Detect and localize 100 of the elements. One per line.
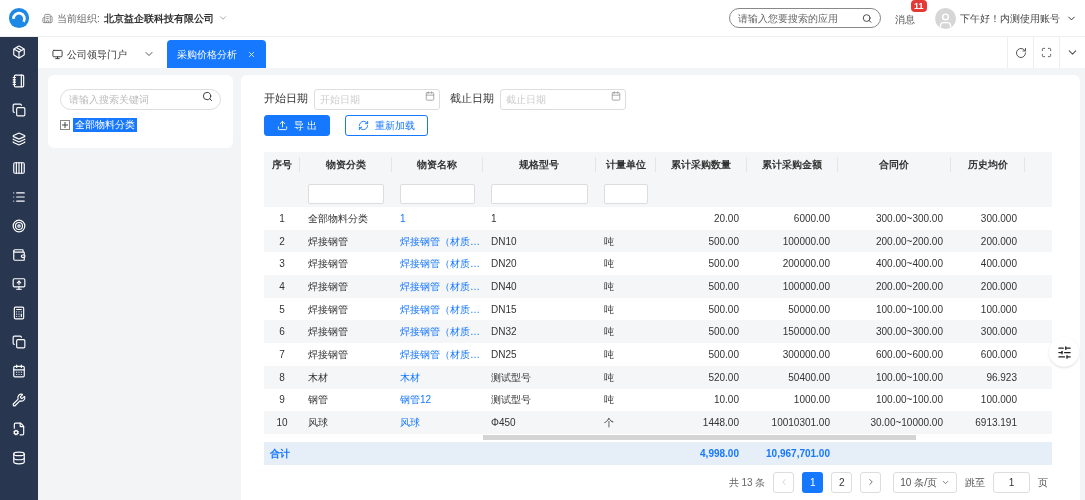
menu-icon[interactable]: [12, 45, 26, 59]
close-icon[interactable]: [247, 49, 256, 59]
menu-icon[interactable]: [12, 422, 26, 436]
total-cell-text: 10,967,701.00: [765, 446, 831, 461]
table-cell-text: 100.000: [979, 393, 1018, 408]
column-header: 序号: [264, 156, 300, 172]
page-size-select[interactable]: 10 条/页: [893, 471, 957, 493]
monitor-icon: [52, 48, 63, 60]
table-cell-text: 全部物料分类: [307, 211, 369, 226]
table-cell-text: DN40: [490, 279, 518, 294]
refresh-icon[interactable]: [1014, 46, 1027, 59]
item-link[interactable]: 焊接钢管（材质…: [392, 233, 483, 249]
item-link[interactable]: 风球: [392, 415, 483, 431]
table-cell-text: 300000.00: [781, 347, 831, 362]
menu-icon[interactable]: [12, 306, 26, 320]
column-header: 物资分类: [300, 156, 392, 172]
table-cell-text: DN32: [490, 325, 518, 340]
menu-icon[interactable]: [12, 393, 26, 407]
table-cell-text: 5: [278, 302, 286, 317]
column-header: 累计采购数量: [656, 156, 747, 172]
tree-node[interactable]: 全部物料分类: [73, 118, 137, 132]
table-cell-text: 200000.00: [781, 257, 831, 272]
table-cell-text: 200.00~200.00: [875, 279, 944, 294]
table-cell-text: 500.00: [707, 234, 740, 249]
expand-toggle[interactable]: [60, 120, 70, 130]
search-icon[interactable]: [202, 91, 213, 102]
column-filter-field[interactable]: [604, 183, 648, 204]
table-cell-text: 10.00: [712, 393, 740, 408]
reload-button[interactable]: 重新加载: [344, 115, 428, 136]
item-link[interactable]: 焊接钢管（材质…: [392, 324, 483, 340]
organization-icon: [42, 12, 53, 24]
table-cell-text: 520.00: [707, 370, 740, 385]
page-button[interactable]: 2: [831, 471, 853, 493]
search-icon[interactable]: [861, 12, 872, 24]
column-filter-field[interactable]: [308, 183, 384, 204]
menu-icon[interactable]: [12, 248, 26, 262]
keyword-search-field[interactable]: 请输入搜索关键词: [60, 89, 221, 110]
menu-icon[interactable]: [12, 132, 26, 146]
table-cell-text: 1448.00: [701, 416, 740, 431]
table-cell-text: 150000.00: [781, 325, 831, 340]
menu-icon[interactable]: [12, 219, 26, 233]
org-name[interactable]: 北京益企联科技有限公司: [103, 10, 214, 26]
table-cell-text: 焊接钢管: [307, 279, 349, 294]
total-label: 合计: [269, 446, 291, 461]
table-cell-text: 焊接钢管: [307, 302, 349, 317]
total-count: 共 13 条: [728, 475, 766, 490]
fullscreen-icon[interactable]: [1041, 47, 1052, 58]
page-tab[interactable]: 公司领导门户: [48, 40, 131, 68]
page-tab[interactable]: 采购价格分析: [167, 40, 266, 68]
org-label: 当前组织:: [57, 11, 100, 26]
menu-icon[interactable]: [12, 103, 26, 117]
calendar-icon: [425, 91, 435, 101]
table-cell-text: 个: [603, 416, 615, 431]
item-link[interactable]: 焊接钢管（材质…: [392, 278, 483, 294]
menu-icon[interactable]: [12, 190, 26, 204]
table-cell-text: 50400.00: [787, 370, 831, 385]
item-link[interactable]: 焊接钢管（材质…: [392, 256, 483, 272]
column-header: 计量单位: [596, 156, 656, 172]
item-link[interactable]: 焊接钢管（材质…: [392, 346, 483, 362]
table-cell-text: 钢管: [307, 393, 329, 408]
table-cell-text: 500.00: [707, 302, 740, 317]
table-cell-text: 风球: [307, 416, 329, 431]
messages-link[interactable]: 消息: [895, 14, 915, 25]
table-cell-text: Φ450: [490, 416, 517, 431]
table-cell-text: 500.00: [707, 325, 740, 340]
table-cell-text: 300.000: [979, 325, 1018, 340]
table-cell-text: 300.00~300.00: [875, 211, 944, 226]
table-cell-text: DN25: [490, 347, 518, 362]
menu-icon[interactable]: [12, 161, 26, 175]
table-cell-text: DN20: [490, 257, 518, 272]
table-cell-text: 吨: [603, 234, 615, 249]
table-cell-text: 1000.00: [792, 393, 831, 408]
menu-icon[interactable]: [12, 335, 26, 349]
item-link[interactable]: 焊接钢管（材质…: [392, 301, 483, 317]
menu-icon[interactable]: [12, 74, 26, 88]
table-cell-text: 吨: [603, 257, 615, 272]
jump-page-field[interactable]: 1: [993, 471, 1030, 493]
page-suffix: 页: [1038, 475, 1048, 490]
table-cell-text: 600.000: [979, 347, 1018, 362]
page-button[interactable]: 1: [802, 471, 824, 493]
table-cell-text: 6: [278, 325, 286, 340]
table-cell-text: 9: [278, 393, 286, 408]
menu-icon[interactable]: [12, 277, 26, 291]
item-link[interactable]: 木材: [392, 369, 483, 385]
table-cell-text: 7: [278, 347, 286, 362]
table-cell-text: 测试型号: [490, 370, 532, 385]
table-cell-text: 300.000: [979, 211, 1018, 226]
column-header: 物资名称: [392, 156, 483, 172]
table-cell-text: DN10: [490, 234, 518, 249]
menu-icon[interactable]: [12, 451, 26, 465]
menu-icon[interactable]: [12, 364, 26, 378]
table-cell-text: 50000.00: [787, 302, 831, 317]
item-link[interactable]: 钢管12: [392, 392, 483, 408]
export-button[interactable]: 导 出: [264, 115, 330, 136]
table-cell-text: 吨: [603, 393, 615, 408]
table-cell-text: 400.00~400.00: [875, 257, 944, 272]
column-filter-field[interactable]: [400, 183, 475, 204]
item-link[interactable]: 1: [392, 210, 483, 226]
table-cell-text: 6000.00: [792, 211, 831, 226]
column-filter-field[interactable]: [491, 183, 588, 204]
